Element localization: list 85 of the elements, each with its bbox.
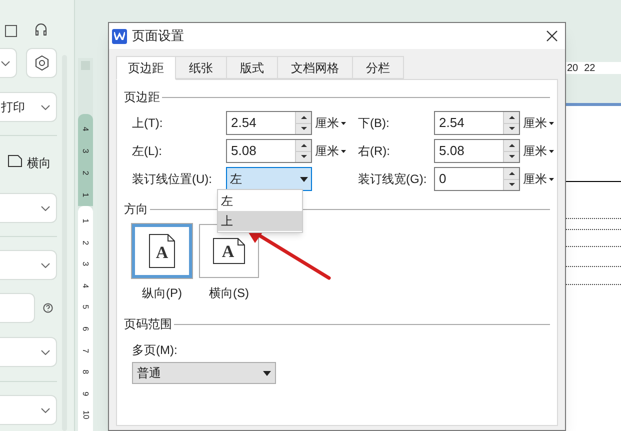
caret-down-icon xyxy=(263,370,271,376)
option-label: 横向(S) xyxy=(209,285,249,302)
orientation-button[interactable]: A xyxy=(132,224,192,278)
ruler-number: 1 xyxy=(80,218,92,224)
spin-up-icon[interactable] xyxy=(300,116,306,119)
ruler-number: 4 xyxy=(80,126,92,132)
unit-dropdown[interactable]: 厘米 xyxy=(312,142,358,160)
window-title: 页面设置 xyxy=(132,27,184,46)
chevron-down-icon xyxy=(41,262,50,268)
app-icon xyxy=(112,28,127,44)
spin-down-icon[interactable] xyxy=(508,127,514,130)
ruler-number: 8 xyxy=(80,370,92,374)
field-label: 装订线宽(G): xyxy=(358,171,428,188)
ruler-number: 6 xyxy=(80,326,92,331)
chevron-down-icon xyxy=(41,350,50,354)
ruler-number: 2 xyxy=(80,170,92,176)
spin-down-icon[interactable] xyxy=(508,183,514,186)
spin-up-icon[interactable] xyxy=(508,172,514,175)
page-icon xyxy=(8,155,22,167)
number-field[interactable]: 5.08 xyxy=(226,139,312,163)
close-icon[interactable] xyxy=(546,30,558,42)
chevron-down-icon xyxy=(41,408,50,412)
chevron-down-icon xyxy=(1,60,10,66)
chevron-down-icon xyxy=(41,206,50,210)
tab[interactable]: 页边距 xyxy=(116,56,176,80)
number-field[interactable]: 0 xyxy=(434,167,520,191)
ruler-number: 10 xyxy=(80,410,92,420)
dropdown-option[interactable]: 左 xyxy=(218,191,302,211)
option-label: 纵向(P) xyxy=(142,285,182,302)
number-field[interactable]: 2.54 xyxy=(434,111,520,135)
ruler-number: 2 xyxy=(80,240,92,245)
field-label: 左(L): xyxy=(132,143,163,160)
ruler-number: 4 xyxy=(80,283,92,288)
input-field[interactable] xyxy=(0,293,35,323)
ruler-number: 5 xyxy=(80,304,92,310)
tab[interactable]: 文档网格 xyxy=(278,56,353,79)
unit-dropdown[interactable]: 厘米 xyxy=(520,114,560,132)
section-heading: 页码范围 xyxy=(124,316,172,333)
dropdown[interactable]: 左 xyxy=(226,167,312,191)
dropdown-option[interactable]: 上 xyxy=(218,211,302,231)
unit-dropdown[interactable]: 厘米 xyxy=(312,114,358,132)
spin-up-icon[interactable] xyxy=(508,144,514,147)
headset-icon[interactable] xyxy=(34,22,48,37)
ruler-number: 1 xyxy=(80,192,92,198)
field-label: 右(R): xyxy=(358,143,391,160)
spin-up-icon[interactable] xyxy=(508,116,514,119)
caret-down-icon xyxy=(549,122,554,124)
field-label: 下(B): xyxy=(358,115,390,132)
section-heading: 页边距 xyxy=(124,89,160,106)
field-label: 上(T): xyxy=(132,115,164,132)
field-label: 多页(M): xyxy=(132,342,178,359)
tab[interactable]: 分栏 xyxy=(353,56,404,79)
caret-down-icon xyxy=(549,150,554,152)
ruler-number: 7 xyxy=(80,348,92,353)
landscape-page-icon: A xyxy=(213,238,245,264)
dropdown[interactable]: 普通 xyxy=(132,362,276,384)
settings-icon xyxy=(34,55,50,71)
orientation-label[interactable]: 横向 xyxy=(27,154,51,172)
dropdown[interactable]: 打印 xyxy=(0,92,57,122)
ruler-number: 3 xyxy=(80,148,92,154)
chevron-down-icon xyxy=(41,104,50,110)
help-icon[interactable] xyxy=(43,303,53,313)
tab[interactable]: 版式 xyxy=(227,56,278,79)
unit-dropdown[interactable]: 厘米 xyxy=(520,170,560,188)
field-label: 装订线位置(U): xyxy=(132,171,213,188)
spin-down-icon[interactable] xyxy=(300,155,306,158)
unit-dropdown[interactable]: 厘米 xyxy=(520,142,560,160)
ruler-number: 9 xyxy=(80,391,92,396)
caret-down-icon xyxy=(549,178,554,180)
caret-down-icon xyxy=(341,122,346,124)
columns-icon[interactable] xyxy=(5,25,17,37)
spin-down-icon[interactable] xyxy=(300,127,306,130)
ruler-number: 20 xyxy=(567,62,578,76)
section-heading: 方向 xyxy=(124,201,148,218)
number-field[interactable]: 5.08 xyxy=(434,139,520,163)
caret-down-icon xyxy=(300,176,308,182)
settings-button[interactable] xyxy=(26,48,57,78)
spin-up-icon[interactable] xyxy=(300,144,306,147)
caret-down-icon xyxy=(341,150,346,152)
ruler-number: 3 xyxy=(80,262,92,266)
number-field[interactable]: 2.54 xyxy=(226,111,312,135)
ruler-number: 22 xyxy=(584,62,596,76)
spin-down-icon[interactable] xyxy=(508,155,514,158)
tab[interactable]: 纸张 xyxy=(176,56,227,79)
portrait-page-icon: A xyxy=(149,234,175,268)
